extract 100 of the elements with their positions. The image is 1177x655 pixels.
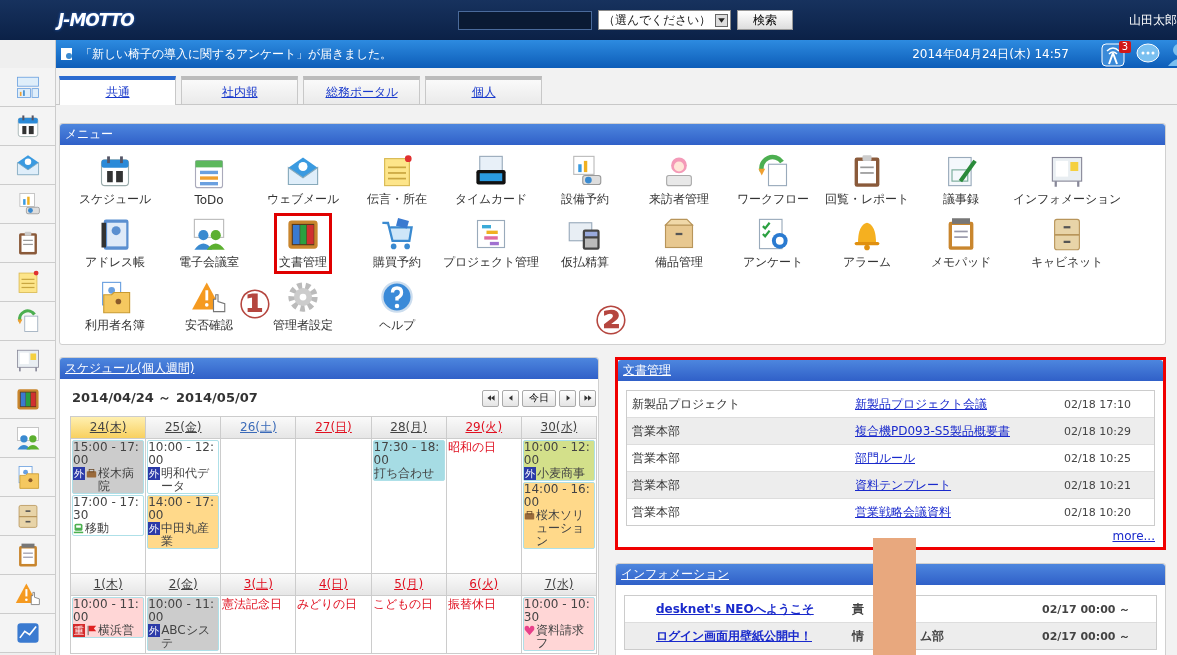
day-link[interactable]: 24(木) <box>89 419 127 436</box>
information-link[interactable]: desknet's NEOへようこそ <box>630 600 852 618</box>
day-link[interactable]: 4(日) <box>319 576 348 593</box>
day-link[interactable]: 25(金) <box>164 419 202 436</box>
tab[interactable]: 総務ポータル <box>303 76 420 104</box>
event-tag: 外 <box>148 522 161 535</box>
event-title: 中田丸産業 <box>161 522 211 548</box>
date-text: 02/18 10:20 <box>1064 505 1132 519</box>
menu-item[interactable]: インフォメーション <box>1008 150 1126 211</box>
menu-item[interactable]: キャビネット <box>1026 213 1108 274</box>
day-link[interactable]: 29(火) <box>465 419 503 436</box>
event[interactable]: 10:00 - 11:00 外 ABCシステ <box>147 597 220 651</box>
day-link[interactable]: 30(水) <box>540 419 578 436</box>
sidebar-item[interactable] <box>0 224 55 263</box>
search-button[interactable]: 検索 <box>737 10 793 30</box>
menu-item[interactable]: 文書管理 <box>274 213 332 274</box>
document-link[interactable]: 新製品プロジェクト会議 <box>855 395 1064 413</box>
people-icon <box>14 425 41 451</box>
menu-item[interactable]: 安否確認 <box>180 276 238 337</box>
first-button[interactable] <box>482 389 499 407</box>
scope-dropdown[interactable]: （選んでください） <box>598 10 731 30</box>
menu-item[interactable]: プロジェクト管理 <box>438 213 544 274</box>
day-link[interactable]: 6(火) <box>469 576 499 593</box>
tab[interactable]: 社内報 <box>181 76 298 104</box>
event-tag: 外 <box>73 467 85 480</box>
tab[interactable]: 共通 <box>59 76 176 105</box>
day-link[interactable]: 28(月) <box>390 419 427 436</box>
menu-item[interactable]: ヘルプ <box>374 276 420 337</box>
date-text: 02/17 00:00 ～ <box>1042 601 1131 617</box>
menu-item[interactable]: 回覧・レポート <box>820 150 914 211</box>
menu-item[interactable]: 購買予約 <box>368 213 426 274</box>
search-field[interactable] <box>458 10 592 30</box>
day-link[interactable]: 1(木) <box>93 576 123 593</box>
event-time: 14:00 - 17:00 <box>148 496 215 522</box>
menu-item[interactable]: スケジュール <box>74 150 156 211</box>
event[interactable]: 17:30 - 18:00 打ち合わせ <box>372 440 445 481</box>
notification-button[interactable]: 3 <box>1101 41 1129 67</box>
document-link[interactable]: 部門ルール <box>855 449 1064 467</box>
day-link[interactable]: 3(土) <box>243 576 273 593</box>
day-link[interactable]: 27(日) <box>315 419 352 436</box>
tab[interactable]: 個人 <box>425 76 542 104</box>
sidebar-item[interactable] <box>0 380 55 419</box>
event-title: ABCシステ <box>161 624 211 650</box>
briefcase-icon <box>523 510 535 521</box>
sidebar-item[interactable] <box>0 107 55 146</box>
warning-icon <box>14 581 41 607</box>
menu-item[interactable]: 利用者名簿 <box>80 276 150 337</box>
event[interactable]: 10:00 - 10:30 資料請求フ <box>522 597 595 651</box>
menu-item[interactable]: 設備予約 <box>556 150 614 211</box>
menu-item[interactable]: 伝言・所在 <box>362 150 432 211</box>
panel-title-link[interactable]: インフォメーション <box>621 566 729 583</box>
event-time: 10:00 - 11:00 <box>73 598 140 624</box>
event[interactable]: 14:00 - 16:00 桜木ソリューション <box>522 482 595 549</box>
user-name[interactable]: 山田太郎 <box>1129 11 1177 29</box>
day-link[interactable]: 5(月) <box>394 576 424 593</box>
notification-message[interactable]: 「新しい椅子の導入に関するアンケート」が届きました。 <box>80 45 392 63</box>
today-button[interactable]: 今日 <box>522 389 556 407</box>
event-time: 10:00 - 11:00 <box>148 598 215 624</box>
day-link[interactable]: 7(水) <box>544 576 574 593</box>
people-icon <box>191 216 227 252</box>
help-icon <box>379 279 415 315</box>
menu-item[interactable]: メモパッド <box>926 213 996 274</box>
event[interactable]: 10:00 - 11:00 重 横浜営 <box>72 597 145 638</box>
day-link[interactable]: 2(金) <box>168 576 198 593</box>
menu-item[interactable]: タイムカード <box>450 150 532 211</box>
menu-item[interactable]: アンケート <box>738 213 808 274</box>
menu-item[interactable]: 仮払精算 <box>556 213 614 274</box>
menu-item[interactable]: 電子会議室 <box>174 213 244 274</box>
day-link[interactable]: 26(土) <box>240 419 277 436</box>
event[interactable]: 10:00 - 12:00 外 明和代データ <box>147 440 220 494</box>
document-link[interactable]: 複合機PD093-S5製品概要書 <box>855 422 1064 440</box>
menu-item[interactable]: アドレス帳 <box>80 213 150 274</box>
folder-name: 営業本部 <box>632 503 681 521</box>
menu-item[interactable]: 備品管理 <box>650 213 708 274</box>
cart-icon <box>379 216 415 252</box>
event-time: 14:00 - 16:00 <box>523 483 591 509</box>
panel-title-link[interactable]: 文書管理 <box>623 362 671 379</box>
menu-item[interactable]: ToDo <box>186 150 232 211</box>
chat-icon[interactable] <box>1135 42 1161 66</box>
event[interactable]: 10:00 - 12:00 外 小麦商事 <box>522 440 595 481</box>
menu-item[interactable]: ウェブメール <box>262 150 344 211</box>
more-link[interactable]: more... <box>1112 529 1155 543</box>
document-link[interactable]: 営業戦略会議資料 <box>855 503 1064 521</box>
menu-item[interactable]: 議事録 <box>938 150 984 211</box>
event-time: 10:00 - 10:30 <box>523 598 591 624</box>
menu-item[interactable]: ワークフロー <box>732 150 814 211</box>
information-link[interactable]: ログイン画面用壁紙公開中！ <box>630 627 852 645</box>
menu-item[interactable]: アラーム <box>838 213 896 274</box>
event[interactable]: 17:00 - 17:30 移動 <box>72 495 145 536</box>
document-link[interactable]: 資料テンプレート <box>855 476 1064 494</box>
holiday-name: 振替休日 <box>447 597 497 612</box>
last-button[interactable] <box>579 389 596 407</box>
event[interactable]: 14:00 - 17:00 外 中田丸産業 <box>147 495 220 549</box>
panel-title-link[interactable]: スケジュール(個人週間) <box>65 360 195 377</box>
holiday-name: みどりの日 <box>297 597 359 612</box>
event[interactable]: 15:00 - 17:00 外 桜木病院 <box>72 440 145 494</box>
binder-icon <box>14 386 41 412</box>
event-tag: 外 <box>148 467 161 480</box>
menu-item[interactable]: 来訪者管理 <box>644 150 714 211</box>
event-tag: 外 <box>523 467 536 480</box>
